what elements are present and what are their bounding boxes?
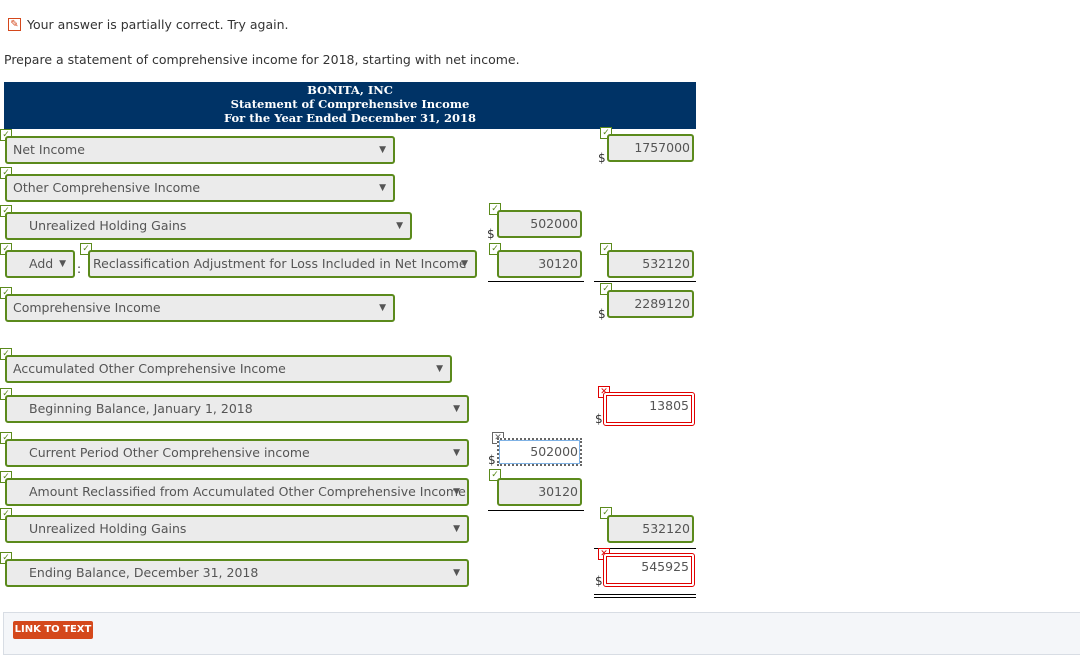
beginning-select[interactable]: Beginning Balance, January 1, 2018 ▼ [5,395,469,423]
comprehensive-select[interactable]: Comprehensive Income ▼ [5,294,395,322]
dollar-sign: $ [598,151,606,165]
statement-title: Statement of Comprehensive Income [230,97,470,111]
instructions: Prepare a statement of comprehensive inc… [4,52,520,67]
select-value: Reclassification Adjustment for Loss Inc… [93,256,467,271]
reclassified-select[interactable]: Amount Reclassified from Accumulated Oth… [5,478,469,506]
dropdown-arrow-icon: ▼ [453,487,460,497]
company-name: BONITA, INC [307,83,393,97]
dropdown-arrow-icon: ▼ [379,145,386,155]
underline [488,281,584,282]
unrealized2-amount[interactable]: 532120 [607,515,694,543]
select-value: Current Period Other Comprehensive incom… [29,445,310,460]
dropdown-arrow-icon: ▼ [453,404,460,414]
net-income-amount[interactable]: 1757000 [607,134,694,162]
dropdown-arrow-icon: ▼ [379,303,386,313]
dropdown-arrow-icon: ▼ [379,183,386,193]
dropdown-arrow-icon: ▼ [59,259,66,269]
oci-select[interactable]: Other Comprehensive Income ▼ [5,174,395,202]
footer-panel: LINK TO TEXT [3,612,1080,655]
underline [488,510,584,511]
dropdown-arrow-icon: ▼ [453,568,460,578]
unrealized-select[interactable]: Unrealized Holding Gains ▼ [5,212,412,240]
colon: : [77,262,82,276]
feedback-text: Your answer is partially correct. Try ag… [27,17,289,32]
double-underline [594,594,696,595]
select-value: Beginning Balance, January 1, 2018 [29,401,253,416]
net-income-select[interactable]: Net Income ▼ [5,136,395,164]
select-value: Ending Balance, December 31, 2018 [29,565,259,580]
dollar-sign: $ [487,227,495,241]
comprehensive-amount[interactable]: 2289120 [607,290,694,318]
dropdown-arrow-icon: ▼ [453,524,460,534]
statement-header: BONITA, INC Statement of Comprehensive I… [4,82,696,129]
statement-period: For the Year Ended December 31, 2018 [223,111,477,125]
underline [594,281,696,282]
reclass-amount[interactable]: 30120 [497,250,582,278]
link-to-text-button[interactable]: LINK TO TEXT [13,621,93,639]
current-amount[interactable]: 502000 [497,438,582,466]
beginning-amount[interactable]: 13805 [603,392,695,426]
select-value: Unrealized Holding Gains [29,521,187,536]
dollar-sign: $ [598,307,606,321]
ending-amount[interactable]: 545925 [603,553,695,587]
select-value: Comprehensive Income [13,300,161,315]
select-value: Other Comprehensive Income [13,180,201,195]
dropdown-arrow-icon: ▼ [396,221,403,231]
double-underline [594,597,696,598]
select-value: Accumulated Other Comprehensive Income [13,361,286,376]
dropdown-arrow-icon: ▼ [453,448,460,458]
ending-select[interactable]: Ending Balance, December 31, 2018 ▼ [5,559,469,587]
dollar-sign: $ [488,453,496,467]
select-value: Add [29,256,54,271]
pencil-icon: ✎ [8,18,21,31]
select-value: Unrealized Holding Gains [29,218,187,233]
reclass-select[interactable]: Reclassification Adjustment for Loss Inc… [88,250,477,278]
select-value: Amount Reclassified from Accumulated Oth… [29,484,466,499]
select-value: Net Income [13,142,85,157]
oci-total-amount[interactable]: 532120 [607,250,694,278]
dropdown-arrow-icon: ▼ [436,364,443,374]
dollar-sign: $ [595,412,603,426]
current-select[interactable]: Current Period Other Comprehensive incom… [5,439,469,467]
aoci-select[interactable]: Accumulated Other Comprehensive Income ▼ [5,355,452,383]
add-less-select[interactable]: Add ▼ [5,250,75,278]
dollar-sign: $ [595,574,603,588]
reclassified-amount[interactable]: 30120 [497,478,582,506]
dropdown-arrow-icon: ▼ [461,259,468,269]
unrealized2-select[interactable]: Unrealized Holding Gains ▼ [5,515,469,543]
unrealized-amount[interactable]: 502000 [497,210,582,238]
